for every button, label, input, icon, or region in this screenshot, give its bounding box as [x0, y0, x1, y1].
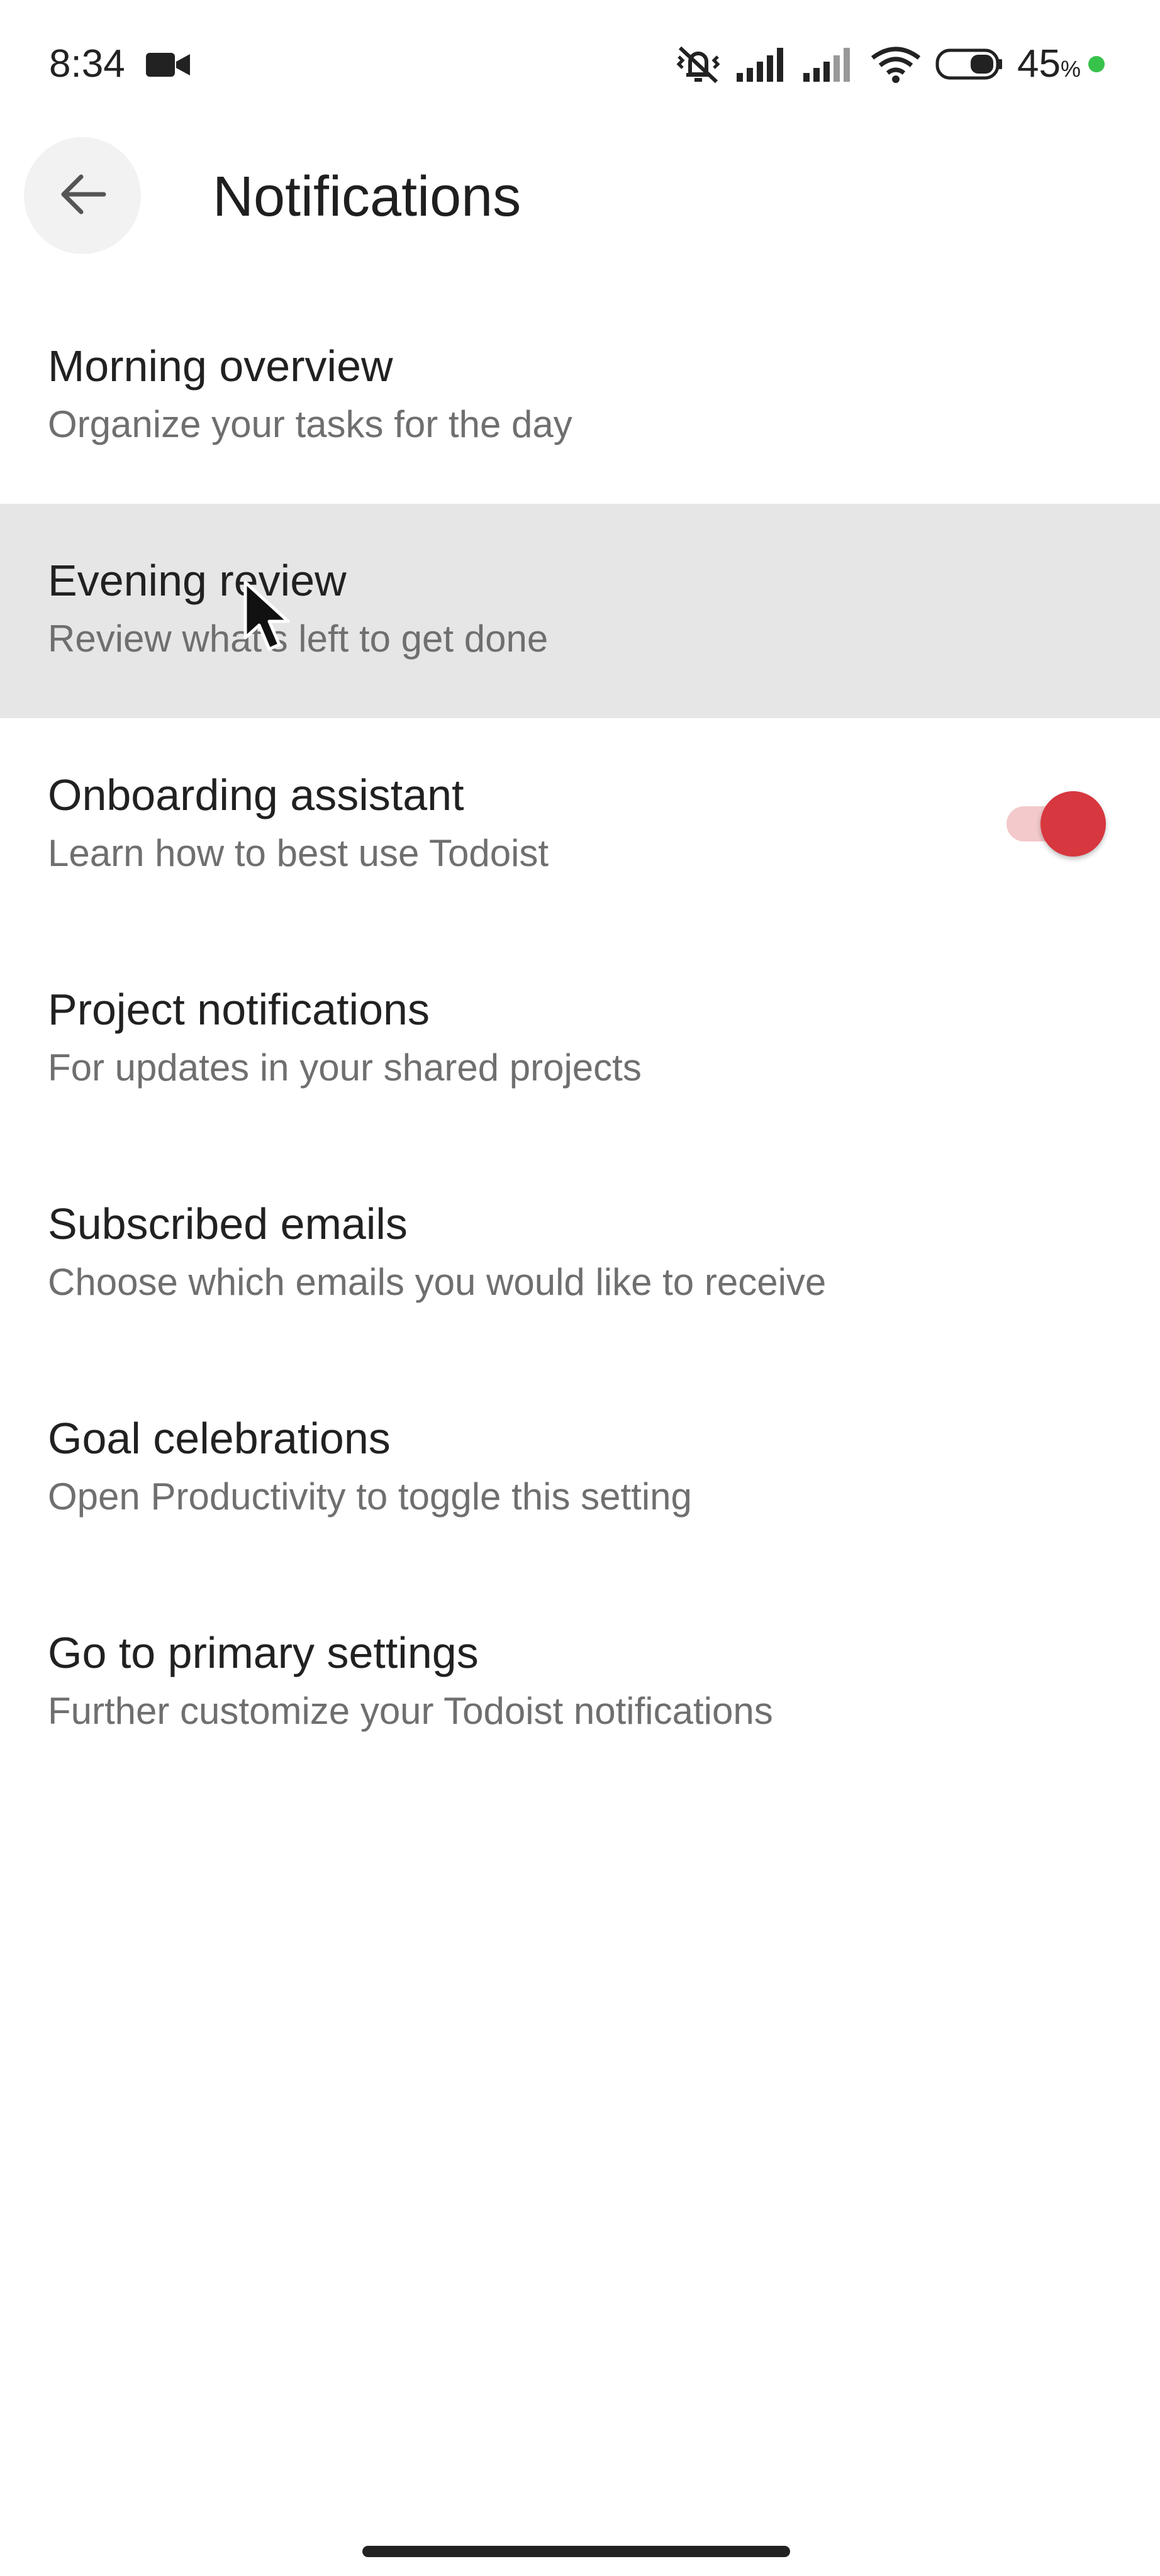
- wifi-icon: [870, 45, 922, 83]
- setting-title: Onboarding assistant: [48, 770, 464, 819]
- setting-morning-overview[interactable]: Morning overview Organize your tasks for…: [0, 289, 1160, 504]
- vibrate-off-icon: [674, 44, 723, 84]
- setting-title: Evening review: [48, 556, 347, 605]
- signal-icon: [737, 47, 789, 82]
- setting-evening-review[interactable]: Evening review Review what's left to get…: [0, 504, 1160, 718]
- toggle-thumb: [1040, 791, 1106, 857]
- setting-subtitle: Organize your tasks for the day: [48, 403, 572, 445]
- setting-onboarding-assistant[interactable]: Onboarding assistant Learn how to best u…: [0, 718, 1160, 933]
- setting-primary-settings[interactable]: Go to primary settings Further customize…: [0, 1576, 1160, 1790]
- setting-subtitle: Review what's left to get done: [48, 618, 549, 660]
- setting-subtitle: Choose which emails you would like to re…: [48, 1261, 827, 1303]
- setting-project-notifications[interactable]: Project notifications For updates in you…: [0, 933, 1160, 1147]
- setting-title: Go to primary settings: [48, 1628, 479, 1677]
- app-bar: Notifications: [0, 132, 1160, 258]
- setting-subtitle: Learn how to best use Todoist: [48, 832, 549, 874]
- home-indicator[interactable]: [362, 2546, 790, 2557]
- setting-subtitle: Further customize your Todoist notificat…: [48, 1690, 773, 1732]
- status-time: 8:34: [49, 42, 125, 86]
- setting-goal-celebrations[interactable]: Goal celebrations Open Productivity to t…: [0, 1362, 1160, 1576]
- arrow-back-icon: [56, 168, 109, 224]
- setting-subscribed-emails[interactable]: Subscribed emails Choose which emails yo…: [0, 1147, 1160, 1362]
- battery-icon: [935, 48, 1003, 80]
- page-title: Notifications: [213, 165, 521, 228]
- battery-percent: 45: [1017, 42, 1061, 86]
- status-icons: 45%: [674, 42, 1105, 87]
- setting-title: Subscribed emails: [48, 1199, 408, 1248]
- video-camera-icon: [146, 50, 191, 79]
- setting-title: Project notifications: [48, 985, 430, 1034]
- signal-icon: [803, 47, 856, 82]
- status-bar: 8:34 45%: [0, 0, 1160, 132]
- settings-list: Morning overview Organize your tasks for…: [0, 289, 1160, 1790]
- setting-title: Goal celebrations: [48, 1414, 391, 1463]
- setting-subtitle: Open Productivity to toggle this setting: [48, 1475, 692, 1518]
- battery-percent-sign: %: [1060, 56, 1081, 82]
- setting-subtitle: For updates in your shared projects: [48, 1046, 642, 1089]
- charging-indicator: [1088, 56, 1105, 72]
- setting-title: Morning overview: [48, 341, 393, 391]
- onboarding-assistant-toggle[interactable]: [1007, 787, 1106, 857]
- back-button[interactable]: [24, 137, 141, 254]
